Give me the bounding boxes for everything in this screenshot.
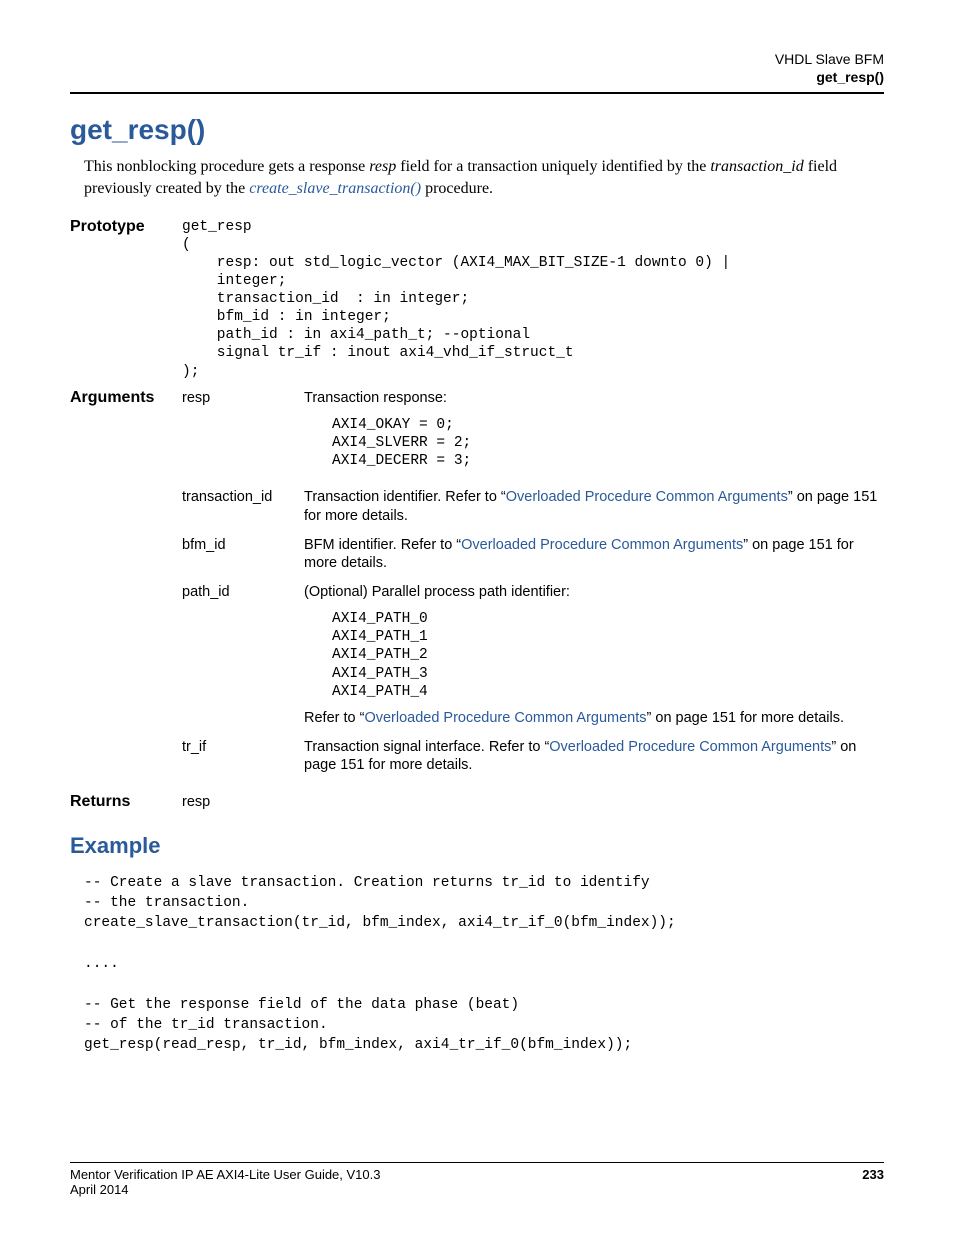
- arg-values: AXI4_PATH_0 AXI4_PATH_1 AXI4_PATH_2 AXI4…: [332, 610, 884, 701]
- intro-paragraph: This nonblocking procedure gets a respon…: [84, 156, 884, 199]
- arg-name: tr_if: [182, 738, 304, 776]
- intro-t2: field for a transaction uniquely identif…: [396, 158, 710, 175]
- arg-row-transaction-id: transaction_id Transaction identifier. R…: [182, 488, 884, 526]
- example-heading: Example: [70, 833, 884, 859]
- arg-desc: Transaction response: AXI4_OKAY = 0; AXI…: [304, 389, 884, 478]
- header-rule: [70, 92, 884, 94]
- footer-date: April 2014: [70, 1182, 380, 1197]
- arguments-body: resp Transaction response: AXI4_OKAY = 0…: [182, 389, 884, 786]
- arg-desc-pre: Transaction identifier. Refer to “: [304, 489, 506, 505]
- arg-desc-pre: BFM identifier. Refer to “: [304, 537, 461, 553]
- prototype-section: Prototype get_resp ( resp: out std_logic…: [70, 218, 884, 381]
- example-code: -- Create a slave transaction. Creation …: [84, 873, 884, 1056]
- intro-t4: procedure.: [421, 180, 493, 197]
- page-title: get_resp(): [70, 114, 884, 146]
- page-footer: Mentor Verification IP AE AXI4-Lite User…: [70, 1162, 884, 1197]
- arg-desc-post-post: ” on page 151 for more details.: [647, 710, 844, 726]
- page-header: VHDL Slave BFM get_resp(): [70, 50, 884, 86]
- arg-row-resp: resp Transaction response: AXI4_OKAY = 0…: [182, 389, 884, 478]
- arg-row-path-id: path_id (Optional) Parallel process path…: [182, 583, 884, 727]
- arg-row-tr-if: tr_if Transaction signal interface. Refe…: [182, 738, 884, 776]
- footer-doc-title: Mentor Verification IP AE AXI4-Lite User…: [70, 1167, 380, 1182]
- returns-section: Returns resp: [70, 793, 884, 813]
- intro-ital2: transaction_id: [710, 158, 803, 175]
- arg-desc-post-pre: Refer to “: [304, 710, 364, 726]
- arg-name: transaction_id: [182, 488, 304, 526]
- arg-desc-pre: (Optional) Parallel process path identif…: [304, 584, 570, 600]
- footer-left: Mentor Verification IP AE AXI4-Lite User…: [70, 1167, 380, 1197]
- header-topic: get_resp(): [70, 68, 884, 86]
- arg-link[interactable]: Overloaded Procedure Common Arguments: [364, 710, 646, 726]
- arg-desc: Transaction signal interface. Refer to “…: [304, 738, 884, 776]
- arg-desc: (Optional) Parallel process path identif…: [304, 583, 884, 727]
- returns-body: resp: [182, 793, 884, 813]
- arg-link[interactable]: Overloaded Procedure Common Arguments: [549, 739, 831, 755]
- arguments-label: Arguments: [70, 389, 182, 786]
- arg-link[interactable]: Overloaded Procedure Common Arguments: [461, 537, 743, 553]
- arg-name: resp: [182, 389, 304, 478]
- prototype-label: Prototype: [70, 218, 182, 381]
- arg-values: AXI4_OKAY = 0; AXI4_SLVERR = 2; AXI4_DEC…: [332, 416, 884, 470]
- footer-page-number: 233: [862, 1167, 884, 1197]
- arguments-section: Arguments resp Transaction response: AXI…: [70, 389, 884, 786]
- arg-desc-text: Transaction response:: [304, 390, 447, 406]
- arg-desc: Transaction identifier. Refer to “Overlo…: [304, 488, 884, 526]
- arg-name: path_id: [182, 583, 304, 727]
- intro-ital1: resp: [369, 158, 396, 175]
- arg-desc: BFM identifier. Refer to “Overloaded Pro…: [304, 536, 884, 574]
- arg-row-bfm-id: bfm_id BFM identifier. Refer to “Overloa…: [182, 536, 884, 574]
- returns-label: Returns: [70, 793, 182, 813]
- intro-t1: This nonblocking procedure gets a respon…: [84, 158, 369, 175]
- returns-value: resp: [182, 794, 210, 810]
- arg-link[interactable]: Overloaded Procedure Common Arguments: [506, 489, 788, 505]
- arg-desc-pre: Transaction signal interface. Refer to “: [304, 739, 549, 755]
- prototype-body: get_resp ( resp: out std_logic_vector (A…: [182, 218, 884, 381]
- prototype-code: get_resp ( resp: out std_logic_vector (A…: [182, 218, 884, 381]
- arg-name: bfm_id: [182, 536, 304, 574]
- header-chapter: VHDL Slave BFM: [70, 50, 884, 68]
- intro-link[interactable]: create_slave_transaction(): [249, 180, 421, 197]
